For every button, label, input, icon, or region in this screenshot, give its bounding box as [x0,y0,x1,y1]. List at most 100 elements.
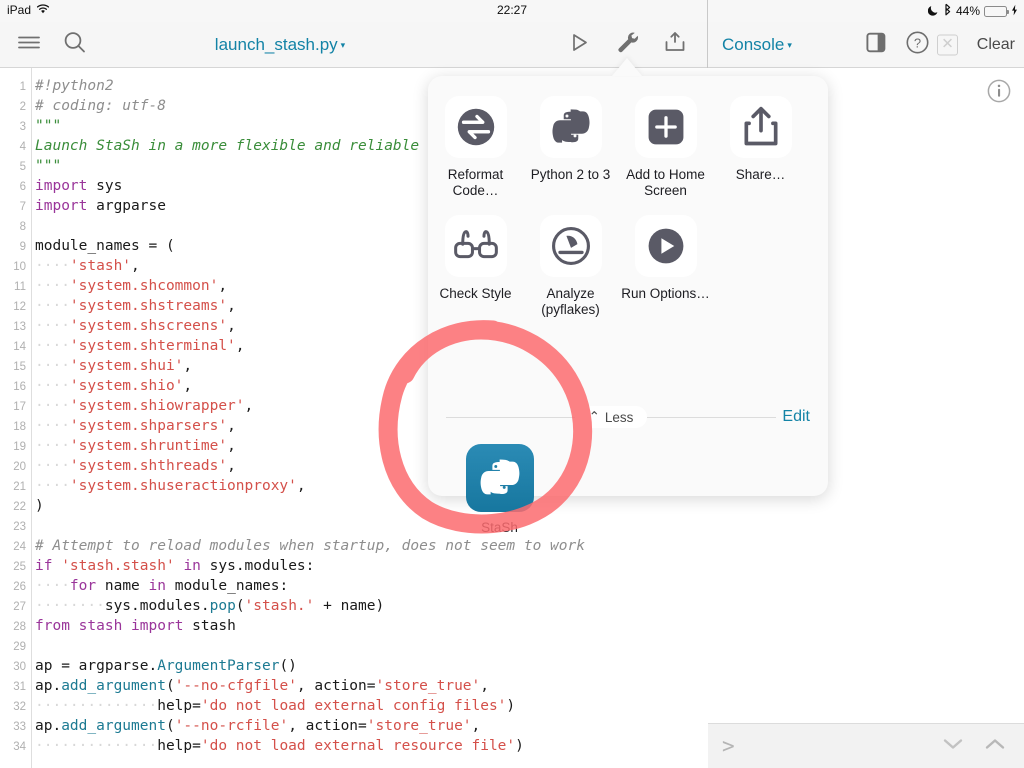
stash-app-tile [465,444,534,512]
popover-action-6[interactable]: Analyze (pyflakes) [523,205,618,318]
console-panel-title[interactable]: Console ▾ [722,35,792,55]
code-line[interactable]: 30 ap = argparse.ArgumentParser() [0,656,707,676]
code-line[interactable]: 24 # Attempt to reload modules when start… [0,536,707,556]
code-token: 'do not load external resource file' [200,738,516,754]
code-token: ···· [35,318,70,334]
info-circle-icon[interactable] [986,78,1012,109]
line-number: 29 [13,641,26,653]
code-token: , [296,478,306,494]
line-number: 24 [13,541,26,553]
code-line[interactable]: 27 ········sys.modules.pop('stash.' + nam… [0,596,707,616]
chevron-down-icon: ▾ [340,39,346,50]
clear-button[interactable]: Clear [977,36,1015,54]
code-text: ····'system.shui', [35,356,192,376]
code-token: 'system.shiowrapper' [69,398,245,414]
code-token: ···· [35,278,70,294]
line-number: 13 [13,321,26,333]
code-token: ( [165,678,175,694]
app-root: iPad 22:27 44% launch_stash.py ▾ Console… [0,0,1024,768]
code-text: ····'system.shparsers', [35,416,236,436]
code-text: module_names = ( [35,236,175,256]
line-number: 12 [13,301,26,313]
code-token: sys.modules: [200,558,315,574]
code-line[interactable]: 31 ap.add_argument('‐‐no‐cfgfile', action… [0,676,707,696]
close-icon[interactable]: ✕ [937,34,958,55]
code-token: # coding: utf‐8 [35,98,166,114]
question-mark-circle-icon[interactable]: ? [905,30,930,60]
status-bar: iPad 22:27 44% [0,0,1024,22]
code-token: stash [183,618,236,634]
chevron-up-icon[interactable] [982,736,1008,757]
code-token: ·············· [35,698,158,714]
line-number: 16 [13,381,26,393]
code-line[interactable]: 34 ··············help='do not load extern… [0,736,707,756]
code-line[interactable]: 33 ap.add_argument('‐‐no‐rcfile', action=… [0,716,707,736]
code-line[interactable]: 32 ··············help='do not load extern… [0,696,707,716]
sidebar-toggle-icon[interactable] [865,30,887,59]
code-token: 'system.shthreads' [69,458,228,474]
code-line[interactable]: 23 [0,516,707,536]
code-token: , [227,298,236,314]
code-text: ) [35,496,44,516]
code-token: if [35,558,62,574]
code-line[interactable]: 29 [0,636,707,656]
code-token: , [131,258,140,274]
status-bar-clock: 22:27 [496,3,528,17]
glasses-icon [444,215,507,277]
line-number: 2 [19,101,26,113]
code-token: ) [515,738,524,754]
code-token: import [131,618,184,634]
code-text: import argparse [35,196,166,216]
code-line[interactable]: 25 if 'stash.stash' in sys.modules: [0,556,707,576]
code-token: , [480,678,489,694]
line-number: 19 [13,441,26,453]
line-number: 17 [13,401,26,413]
code-token: # Attempt to reload modules when startup… [35,538,585,554]
chevron-down-icon: ▾ [787,39,792,50]
chevron-down-icon[interactable] [940,736,966,757]
popover-action-5[interactable]: Check Style [428,205,523,318]
code-line[interactable]: 22) [0,496,707,516]
document-title[interactable]: launch_stash.py ▾ [0,35,560,55]
code-line[interactable]: 28 from stash import stash [0,616,707,636]
code-text: ····'system.shruntime', [35,436,236,456]
code-text: ····'system.shterminal', [35,336,245,356]
document-title-label: launch_stash.py [214,34,338,54]
add-to-tray-icon[interactable] [662,29,688,60]
code-token: , [183,378,193,394]
script-label-stash: StaSh [481,520,518,535]
popover-action-7[interactable]: Run Options… [618,205,713,318]
less-button[interactable]: ⌃ Less [574,406,648,428]
popover-action-4[interactable]: Share… [713,86,808,199]
wrench-icon[interactable] [615,29,641,60]
popover-action-1[interactable]: Reformat Code… [428,86,523,199]
script-item-stash[interactable]: StaSh [452,444,547,535]
code-token: + name) [314,598,385,614]
play-circle-icon [634,215,697,277]
code-text: import sys [35,176,122,196]
code-token: ···· [35,398,70,414]
status-bar-right: 44% [927,3,1018,19]
edit-button[interactable]: Edit [782,408,810,426]
code-text: Launch StaSh in a more flexible and reli… [35,136,454,156]
code-token: help= [157,738,201,754]
code-token: , [183,358,193,374]
code-token: ArgumentParser [157,658,280,674]
console-input-bar[interactable]: > [708,723,1024,768]
code-token: , action= [296,678,376,694]
popover-action-2[interactable]: Python 2 to 3 [523,86,618,199]
code-text: ····'system.shthreads', [35,456,236,476]
code-token: 'store_true' [366,718,472,734]
code-text: ····'stash', [35,256,140,276]
code-token: ···· [35,378,70,394]
line-number: 28 [13,621,26,633]
play-triangle-icon[interactable] [567,30,591,59]
code-token: () [279,658,297,674]
line-number: 8 [19,221,26,233]
code-token: help= [157,698,201,714]
popover-action-3[interactable]: Add to Home Screen [618,86,713,199]
code-token: ···· [35,578,70,594]
code-token: 'stash' [69,258,132,274]
code-line[interactable]: 26 ····for name in module_names: [0,576,707,596]
